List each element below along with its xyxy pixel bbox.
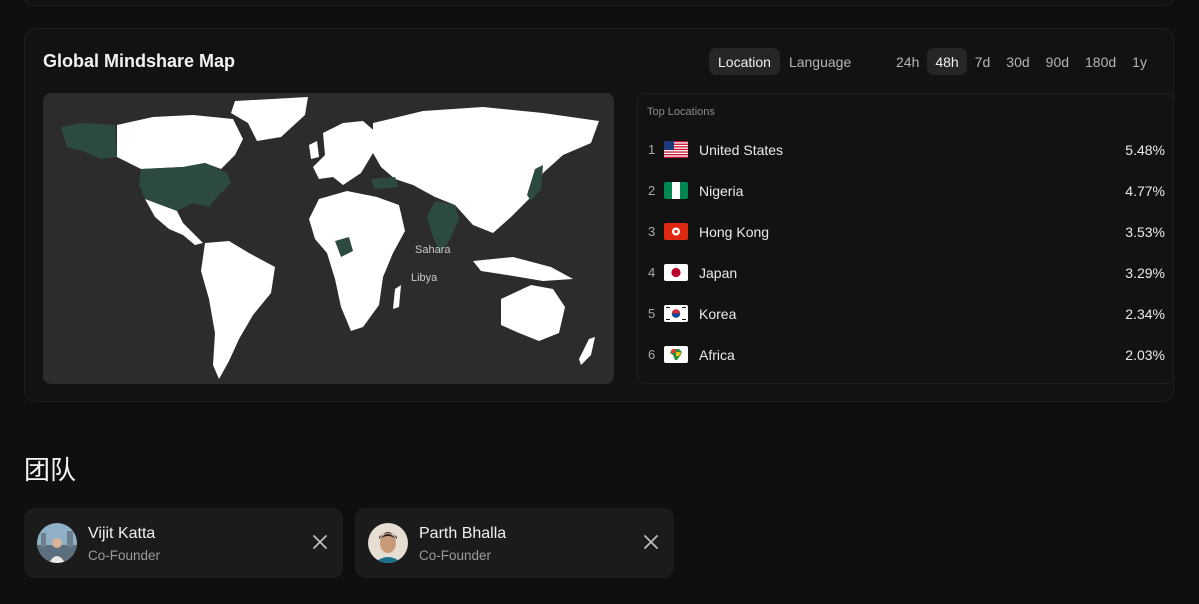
member-role: Co-Founder (419, 548, 492, 563)
rank: 4 (648, 265, 656, 280)
indonesia-shape (473, 257, 573, 281)
mode-tabs: Location Language (709, 48, 860, 75)
new-zealand-shape (579, 337, 595, 365)
location-name: Japan (699, 264, 738, 281)
member-name: Parth Bhalla (419, 525, 507, 542)
australia-shape (501, 285, 565, 341)
x-icon[interactable] (643, 534, 659, 550)
rank: 3 (648, 224, 656, 239)
location-pct: 3.29% (1125, 264, 1165, 281)
team-section-title: 团队 (24, 456, 77, 486)
tab-language[interactable]: Language (780, 48, 860, 75)
global-mindshare-card: Global Mindshare Map Location Language 2… (24, 28, 1174, 402)
list-item[interactable]: 1 United States 5.48% (638, 129, 1173, 170)
list-item[interactable]: 2 Nigeria 4.77% (638, 170, 1173, 211)
location-name: United States (699, 141, 784, 158)
asia-shape (373, 107, 599, 233)
turkey-shape (371, 177, 399, 189)
europe-shape (313, 121, 379, 185)
us-flag-icon (664, 141, 688, 158)
map-label-libya: Libya (411, 272, 438, 284)
x-icon[interactable] (312, 534, 328, 550)
top-locations-title: Top Locations (647, 106, 715, 118)
list-item[interactable]: 6 Africa 2.03% (638, 334, 1173, 375)
location-name: Korea (699, 305, 737, 322)
location-pct: 4.77% (1125, 182, 1165, 199)
south-america-shape (201, 241, 275, 379)
tab-48h[interactable]: 48h (927, 48, 967, 75)
tab-7d[interactable]: 7d (967, 48, 999, 75)
world-map[interactable]: Sahara Libya (43, 93, 614, 384)
tab-180d[interactable]: 180d (1077, 48, 1124, 75)
rank: 1 (648, 142, 656, 157)
list-item[interactable]: 5 Korea 2.34% (638, 293, 1173, 334)
location-pct: 5.48% (1125, 141, 1165, 158)
map-label-sahara: Sahara (415, 244, 451, 256)
list-item[interactable]: 3 Hong Kong 3.53% (638, 211, 1173, 252)
team-member-card[interactable]: Vijit Katta Co-Founder (24, 508, 343, 578)
team-member-card[interactable]: Parth Bhalla Co-Founder (355, 508, 674, 578)
alaska-shape (61, 123, 117, 159)
member-role: Co-Founder (88, 548, 161, 563)
location-name: Hong Kong (699, 223, 770, 240)
uk-shape (309, 141, 319, 159)
location-pct: 2.03% (1125, 346, 1165, 363)
jp-flag-icon (664, 264, 688, 281)
africa-flag-icon (664, 346, 688, 363)
list-item[interactable]: 4 Japan 3.29% (638, 252, 1173, 293)
avatar (368, 523, 408, 563)
rank: 2 (648, 183, 656, 198)
avatar (37, 523, 77, 563)
hk-flag-icon (664, 223, 688, 240)
madagascar-shape (393, 285, 401, 309)
location-pct: 2.34% (1125, 305, 1165, 322)
greenland-shape (231, 97, 308, 141)
member-name: Vijit Katta (88, 525, 156, 542)
previous-card-edge (24, 0, 1174, 6)
location-name: Africa (699, 346, 735, 363)
tab-90d[interactable]: 90d (1038, 48, 1077, 75)
rank: 6 (648, 347, 656, 362)
location-name: Nigeria (699, 182, 744, 199)
rank: 5 (648, 306, 656, 321)
tab-30d[interactable]: 30d (998, 48, 1037, 75)
time-range-tabs: 24h 48h 7d 30d 90d 180d 1y (888, 48, 1155, 75)
top-locations-panel: Top Locations 1 United States 5.48% 2 Ni… (637, 93, 1174, 384)
tab-24h[interactable]: 24h (888, 48, 927, 75)
card-title: Global Mindshare Map (43, 51, 236, 71)
africa-shape (309, 191, 405, 331)
ng-flag-icon (664, 182, 688, 199)
kr-flag-icon (664, 305, 688, 322)
tab-location[interactable]: Location (709, 48, 780, 75)
tab-1y[interactable]: 1y (1124, 48, 1155, 75)
canada-shape (117, 115, 243, 169)
location-pct: 3.53% (1125, 223, 1165, 240)
